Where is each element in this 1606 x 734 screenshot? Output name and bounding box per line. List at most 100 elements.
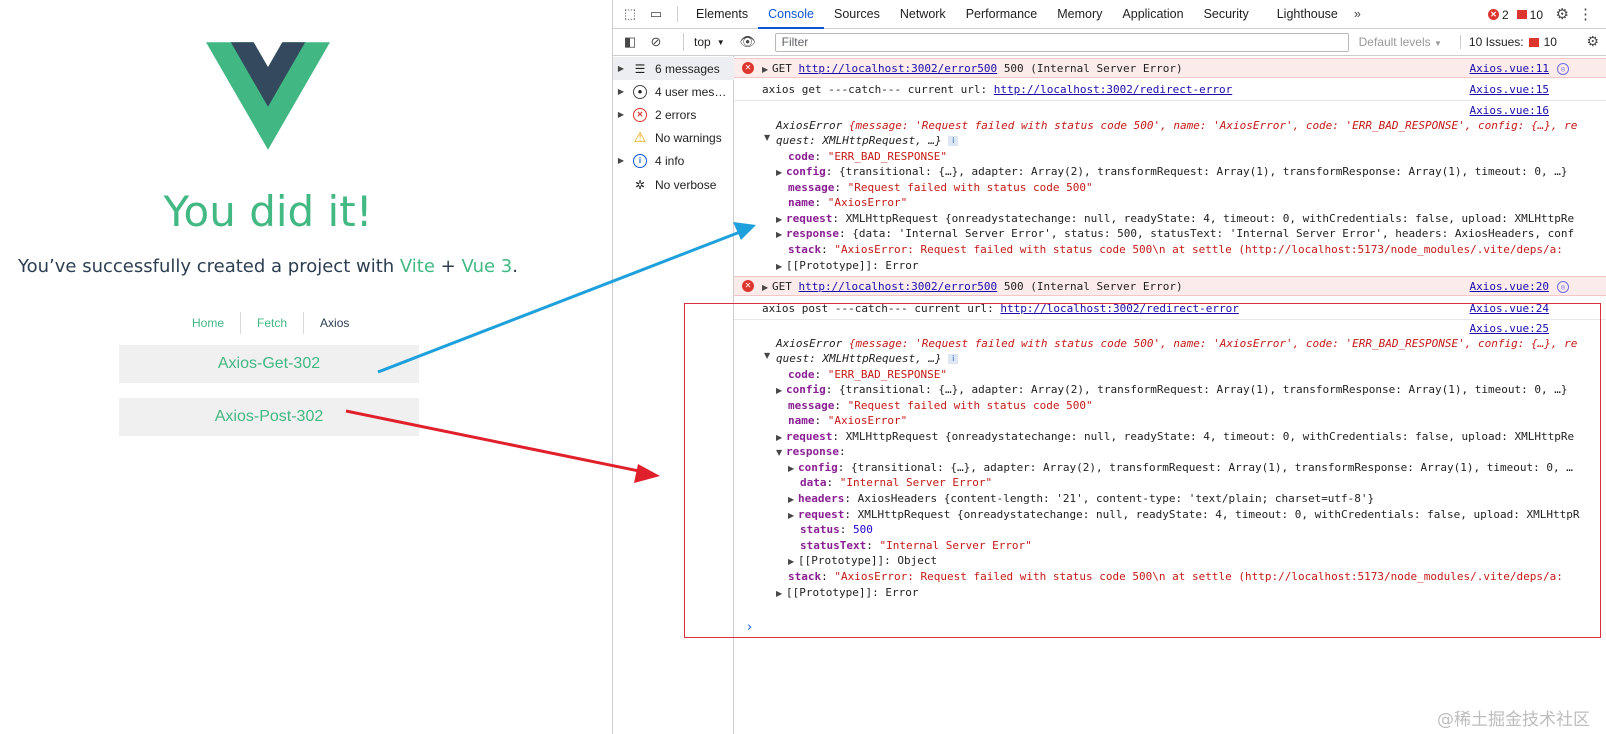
- prop-prototype[interactable]: ▶ [[Prototype]]: Error: [776, 586, 918, 599]
- clear-console-icon[interactable]: ⊘: [643, 29, 669, 55]
- error-counters[interactable]: ✕ 2 10: [1487, 0, 1543, 29]
- issue-counter[interactable]: 10: [1516, 8, 1543, 22]
- error-count: 2: [1501, 7, 1509, 22]
- console-log-row: axios get ---catch--- current url: http:…: [734, 79, 1606, 101]
- tab-network[interactable]: Network: [890, 0, 956, 29]
- source-link[interactable]: Axios.vue:11: [1470, 62, 1549, 75]
- tab-memory[interactable]: Memory: [1047, 0, 1112, 29]
- source-link[interactable]: Axios.vue:25: [1470, 322, 1549, 335]
- caret-right-icon: ▶: [762, 65, 769, 74]
- prop-value: "Internal Server Error": [839, 476, 993, 489]
- object-header[interactable]: AxiosError {message: 'Request failed wit…: [776, 119, 1577, 132]
- ai-explain-icon[interactable]: ◎: [1557, 63, 1569, 75]
- watermark: @稀土掘金技术社区: [1437, 710, 1590, 730]
- tab-security[interactable]: Security: [1194, 0, 1259, 29]
- ai-explain-icon[interactable]: ◎: [1557, 281, 1569, 293]
- sidebar-item-info[interactable]: ▶ i 4 info: [613, 149, 734, 172]
- prop-response[interactable]: ▶ response: {data: 'Internal Server Error…: [776, 227, 1574, 240]
- log-text: axios post ---catch--- current url:: [762, 302, 1001, 315]
- console-error-row[interactable]: ✕ ▶ GET http://localhost:3002/error500 50…: [734, 58, 1606, 78]
- request-status: 500 (Internal Server Error): [1003, 280, 1183, 293]
- console-error-row[interactable]: ✕ ▶ GET http://localhost:3002/error500 50…: [734, 276, 1606, 296]
- more-options-icon[interactable]: ⋮: [1578, 5, 1593, 23]
- prop-value: "AxiosError: Request failed with status …: [834, 570, 1563, 583]
- devtools-tabbar: ⬚ ▭ Elements Console Sources Network Per…: [613, 0, 1606, 29]
- prop-value: XMLHttpRequest {onreadystatechange: null…: [857, 508, 1580, 521]
- sidebar-item-messages[interactable]: ▶ ☰ 6 messages: [613, 57, 734, 80]
- app-nav: Home Fetch Axios: [176, 312, 365, 334]
- caret-down-icon[interactable]: ▼: [764, 130, 774, 143]
- inspect-element-icon[interactable]: ⬚: [617, 1, 643, 27]
- console-settings-gear-icon[interactable]: ⚙: [1586, 33, 1599, 50]
- nav-fetch-link[interactable]: Fetch: [240, 312, 303, 334]
- tab-performance[interactable]: Performance: [956, 0, 1048, 29]
- prop-prototype[interactable]: ▶ [[Prototype]]: Error: [776, 259, 918, 272]
- caret-right-icon: ▶: [617, 87, 625, 96]
- error-icon: ✕: [1487, 9, 1499, 20]
- sidebar-item-verbose[interactable]: ✲ No verbose: [613, 173, 734, 196]
- resp-statustext: statusText: "Internal Server Error": [800, 539, 1032, 552]
- vite-link[interactable]: Vite: [400, 256, 435, 277]
- console-prompt-icon[interactable]: ›: [747, 620, 752, 635]
- prop-request[interactable]: ▶ request: XMLHttpRequest {onreadystatech…: [776, 212, 1574, 225]
- prop-stack: stack: "AxiosError: Request failed with …: [788, 570, 1563, 583]
- prop-value: "AxiosError": [827, 196, 908, 209]
- vue-link[interactable]: Vue 3: [461, 256, 512, 277]
- axios-get-302-button[interactable]: Axios-Get-302: [119, 345, 419, 383]
- log-url-link[interactable]: http://localhost:3002/redirect-error: [1000, 302, 1238, 315]
- caret-down-icon[interactable]: ▼: [764, 348, 774, 361]
- source-link[interactable]: Axios.vue:15: [1470, 83, 1549, 96]
- tab-elements[interactable]: Elements: [686, 0, 758, 29]
- device-toolbar-icon[interactable]: ▭: [643, 1, 669, 27]
- prop-response[interactable]: ▼ response:: [776, 445, 846, 458]
- more-tabs-icon[interactable]: »: [1348, 0, 1367, 29]
- sidebar-item-label: 4 info: [655, 153, 685, 168]
- resp-request[interactable]: ▶ request: XMLHttpRequest {onreadystatech…: [788, 508, 1579, 521]
- request-url-link[interactable]: http://localhost:3002/error500: [799, 280, 998, 293]
- object-header[interactable]: AxiosError {message: 'Request failed wit…: [776, 337, 1577, 350]
- object-preview-tail: quest: XMLHttpRequest, …}: [776, 134, 942, 147]
- sidebar-item-warnings[interactable]: ⚠ No warnings: [613, 126, 734, 149]
- prop-value: [[Prototype]]: Object: [798, 554, 938, 567]
- prop-stack: stack: "AxiosError: Request failed with …: [788, 243, 1563, 256]
- prop-request[interactable]: ▶ request: XMLHttpRequest {onreadystatech…: [776, 430, 1574, 443]
- resp-prototype[interactable]: ▶ [[Prototype]]: Object: [788, 554, 937, 567]
- issues-label: 10 Issues:: [1468, 35, 1524, 49]
- source-link[interactable]: Axios.vue:24: [1470, 302, 1549, 315]
- object-preview-tail: quest: XMLHttpRequest, …}: [776, 352, 942, 365]
- source-link[interactable]: Axios.vue:20: [1470, 280, 1549, 293]
- tab-sources[interactable]: Sources: [824, 0, 890, 29]
- prop-value: 500: [853, 523, 873, 536]
- resp-headers[interactable]: ▶ headers: AxiosHeaders {content-length: …: [788, 492, 1374, 505]
- request-url-link[interactable]: http://localhost:3002/error500: [799, 62, 998, 75]
- prop-config[interactable]: ▶ config: {transitional: {…}, adapter: Ar…: [776, 165, 1567, 178]
- source-link[interactable]: Axios.vue:16: [1470, 104, 1549, 117]
- log-levels-dropdown[interactable]: Default levels ▼: [1359, 35, 1442, 49]
- sidebar-item-user-messages[interactable]: ▶ ● 4 user mes…: [613, 80, 734, 103]
- prop-config[interactable]: ▶ config: {transitional: {…}, adapter: Ar…: [776, 383, 1567, 396]
- live-expression-eye-icon[interactable]: 👁: [735, 29, 761, 55]
- tab-lighthouse[interactable]: Lighthouse: [1267, 0, 1348, 29]
- nav-home-link[interactable]: Home: [176, 312, 240, 334]
- log-url-link[interactable]: http://localhost:3002/redirect-error: [994, 83, 1232, 96]
- error-counter[interactable]: ✕ 2: [1487, 7, 1509, 22]
- settings-gear-icon[interactable]: ⚙: [1556, 5, 1569, 23]
- show-sidebar-icon[interactable]: ◧: [617, 29, 643, 55]
- context-select[interactable]: top ▼: [683, 33, 725, 51]
- resp-config[interactable]: ▶ config: {transitional: {…}, adapter: Ar…: [788, 461, 1573, 474]
- nav-axios-link[interactable]: Axios: [303, 312, 365, 334]
- issues-button[interactable]: 10 Issues: 10: [1459, 35, 1557, 49]
- tab-application[interactable]: Application: [1112, 0, 1193, 29]
- sidebar-item-label: No verbose: [655, 177, 717, 192]
- console-filter-input[interactable]: [774, 32, 1349, 52]
- context-value: top: [694, 35, 711, 49]
- object-class-name: AxiosError: [776, 337, 849, 350]
- axios-post-302-button[interactable]: Axios-Post-302: [119, 398, 419, 436]
- tab-console[interactable]: Console: [758, 0, 824, 29]
- object-preview-cont: quest: XMLHttpRequest, …} i: [776, 134, 959, 147]
- sidebar-item-errors[interactable]: ▶ ✕ 2 errors: [613, 103, 734, 126]
- devtools-panel: ⬚ ▭ Elements Console Sources Network Per…: [612, 0, 1606, 734]
- request-status: 500 (Internal Server Error): [1003, 62, 1183, 75]
- page-title: You did it!: [163, 187, 373, 236]
- sidebar-item-label: 2 errors: [655, 107, 697, 122]
